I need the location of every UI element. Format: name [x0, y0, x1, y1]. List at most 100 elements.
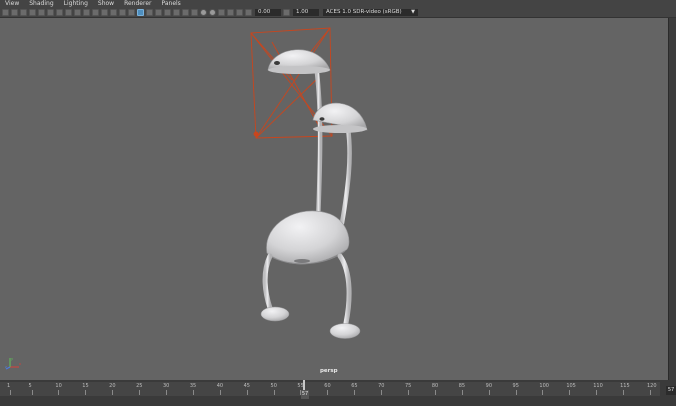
timeline-tick-label: 70 — [378, 383, 385, 389]
bookmark-icon[interactable] — [20, 8, 27, 16]
timeline-tick-label: 85 — [458, 383, 466, 389]
timeline-tick-label: 50 — [270, 383, 277, 389]
timeline-tick-label: 10 — [55, 383, 62, 389]
timeline-tick-mark — [219, 390, 221, 395]
timeline-tick-mark — [85, 390, 87, 395]
timeline-tick-label: 100 — [539, 383, 549, 389]
left-foot — [260, 306, 290, 322]
menu-panels[interactable]: Panels — [156, 0, 185, 7]
2d-pan-zoom-icon[interactable] — [38, 8, 45, 16]
menu-view[interactable]: View — [0, 0, 24, 7]
upper-lamp-head — [267, 49, 331, 74]
axis-z-label: z — [5, 365, 7, 369]
grease-pencil-icon[interactable] — [47, 8, 54, 16]
timeline-tick-mark — [31, 390, 33, 395]
menu-show[interactable]: Show — [93, 0, 119, 7]
timeline-tick-mark — [542, 390, 544, 395]
safe-action-icon[interactable] — [101, 8, 108, 16]
timeline-tick-mark — [461, 390, 463, 395]
shadows-icon[interactable] — [164, 8, 171, 16]
xray-joints-icon[interactable] — [227, 8, 234, 16]
timeline-tick-label: 120 — [647, 383, 657, 389]
view-transform-value: ACES 1.0 SDR-video (sRGB) — [326, 8, 402, 15]
select-camera-icon[interactable] — [2, 8, 9, 16]
timeline-tick-mark — [596, 390, 598, 395]
current-frame-field[interactable]: 57 — [666, 386, 676, 395]
timeline-tick-mark — [434, 390, 436, 395]
timeline-tick-mark — [139, 390, 141, 395]
timeline-tick-label: 75 — [404, 383, 412, 389]
timeline-tick-label: 45 — [243, 383, 250, 389]
xray-components-icon[interactable] — [236, 8, 243, 16]
axis-x-label: x — [19, 362, 21, 366]
motion-blur-icon[interactable] — [182, 8, 189, 16]
gate-mask-icon[interactable] — [83, 8, 90, 16]
upper-lamp-stem — [314, 70, 323, 226]
menu-lighting[interactable]: Lighting — [59, 0, 93, 7]
right-foot — [329, 323, 361, 339]
timeline-tick-mark — [273, 390, 275, 395]
menu-renderer[interactable]: Renderer — [119, 0, 156, 7]
timeline-tick-mark — [569, 390, 571, 395]
resolution-gate-icon[interactable] — [74, 8, 81, 16]
timeline-tick-mark — [165, 390, 167, 395]
exposure-field[interactable]: 0.00 — [255, 8, 281, 16]
time-ruler[interactable]: 1 5 10 15 20 25 30 35 40 45 50 55 60 65 70 75 80 85 90 95 10… — [0, 382, 660, 396]
current-frame-indicator: 57 — [301, 390, 309, 399]
timeline-tick-mark — [354, 390, 356, 395]
timeline-tick-mark — [650, 390, 651, 395]
timeline-tick-label: 1 — [7, 383, 11, 389]
field-chart-icon[interactable] — [92, 8, 99, 16]
timeline-tick-mark — [488, 390, 490, 395]
smooth-shade-icon[interactable] — [128, 8, 135, 16]
scene-canvas — [250, 27, 368, 339]
timeline-tick-mark — [192, 390, 194, 395]
timeline-tick-mark — [58, 390, 60, 395]
lower-lamp-head — [312, 102, 368, 133]
xray-icon[interactable] — [218, 8, 225, 16]
timeline-tick-label: 95 — [512, 383, 519, 389]
wireframe-on-shaded-icon[interactable] — [137, 8, 144, 16]
film-gate-icon[interactable] — [65, 8, 72, 16]
exposure-icon[interactable] — [245, 8, 252, 16]
timeline-tick-label: 20 — [109, 383, 116, 389]
timeline-tick-label: 105 — [566, 383, 576, 389]
timeline-tick-mark — [112, 390, 114, 395]
gamma-icon[interactable] — [283, 8, 290, 16]
timeline-tick-mark — [327, 390, 329, 395]
depth-of-field-icon[interactable] — [200, 8, 207, 16]
timeline-tick-label: 115 — [620, 383, 630, 389]
timeline-tick-label: 30 — [162, 383, 170, 389]
isolate-select-icon[interactable] — [209, 8, 216, 16]
viewport-scrollbar[interactable] — [668, 18, 676, 380]
timeline-tick-mark — [407, 390, 409, 395]
safe-title-icon[interactable] — [110, 8, 117, 16]
anti-aliasing-icon[interactable] — [191, 8, 198, 16]
chevron-down-icon: ▼ — [411, 8, 415, 15]
view-transform-dropdown[interactable]: ACES 1.0 SDR-video (sRGB) ▼ — [323, 8, 418, 16]
lower-lamp-stem — [339, 125, 352, 226]
menu-shading[interactable]: Shading — [24, 0, 58, 7]
image-plane-icon[interactable] — [29, 8, 36, 16]
timeline-tick-mark — [10, 390, 11, 395]
textured-icon[interactable] — [146, 8, 153, 16]
perspective-viewport[interactable] — [0, 18, 668, 380]
view-axis-gizmo: x y z — [5, 357, 21, 370]
panel-toolbar: 0.00 1.00 ACES 1.0 SDR-video (sRGB) ▼ — [0, 7, 676, 18]
timeline-tick-label: 5 — [28, 383, 32, 389]
timeline-tick-mark — [623, 390, 625, 395]
timeline-tick-label: 90 — [485, 383, 493, 389]
camera-attributes-icon[interactable] — [11, 8, 18, 16]
use-lights-icon[interactable] — [155, 8, 162, 16]
gamma-field[interactable]: 1.00 — [293, 8, 319, 16]
timeline-tick-label: 25 — [136, 383, 143, 389]
timeline-tick-label: 110 — [593, 383, 603, 389]
left-leg — [262, 253, 273, 311]
camera-name-label: persp — [320, 368, 338, 374]
ambient-occlusion-icon[interactable] — [173, 8, 180, 16]
time-slider[interactable]: 1 5 10 15 20 25 30 35 40 45 50 55 60 65 70 75 80 85 90 95 10… — [0, 380, 676, 406]
timeline-tick-label: 65 — [351, 383, 358, 389]
grid-icon[interactable] — [56, 8, 63, 16]
timeline-tick-mark — [246, 390, 248, 395]
wireframe-icon[interactable] — [119, 8, 126, 16]
